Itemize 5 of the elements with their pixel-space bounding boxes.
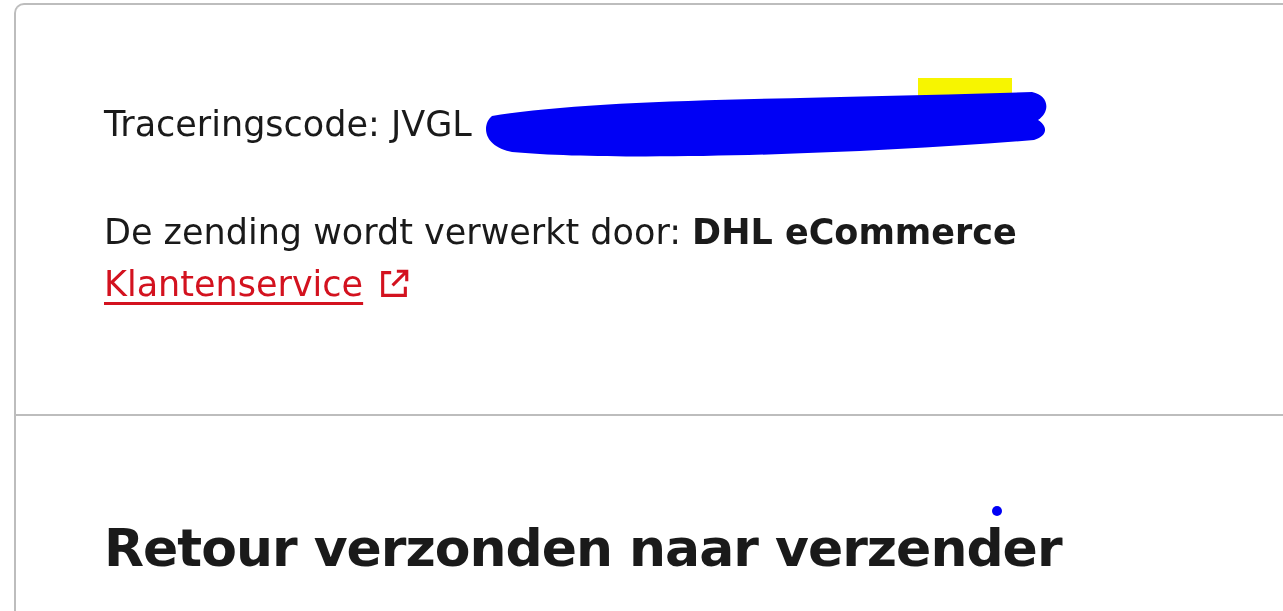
customer-service-link[interactable]: Klantenservice bbox=[104, 261, 412, 307]
section-heading: Retour verzonden naar verzender bbox=[104, 520, 1062, 576]
tracking-code-text: Traceringscode: JVGL bbox=[104, 103, 472, 146]
ink-dot bbox=[992, 506, 1002, 516]
handler-text: De zending wordt verwerkt door: DHL eCommerce bbox=[104, 211, 1017, 254]
